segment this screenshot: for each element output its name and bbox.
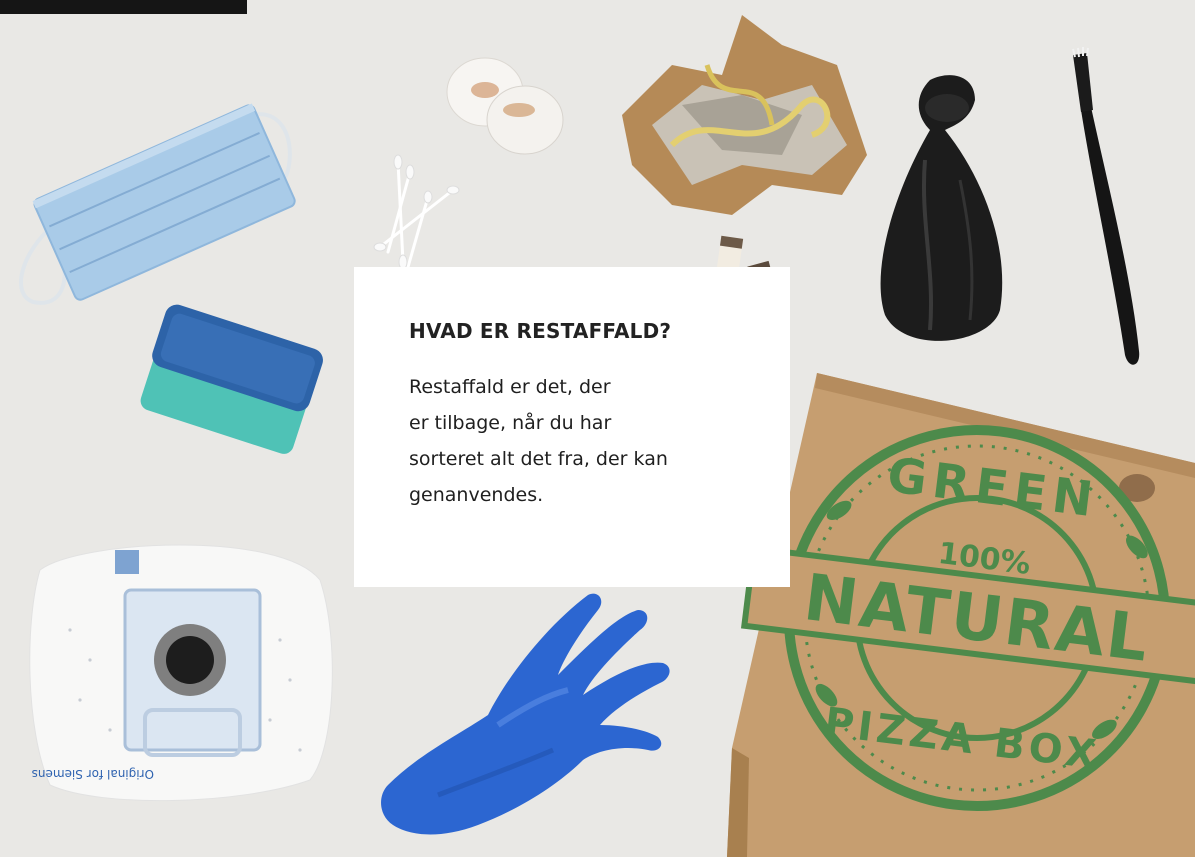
card-body-line: Restaffald er det, der <box>409 376 611 398</box>
top-dark-bar <box>0 0 247 14</box>
face-mask-icon <box>19 103 296 305</box>
cotton-swabs-icon <box>373 154 460 270</box>
cotton-pads-icon <box>446 57 564 155</box>
vacuum-bag-print: Original for Siemens <box>32 767 154 781</box>
toothbrush-icon <box>1072 47 1140 365</box>
pizza-box-icon: GREEN 100% NATURAL PIZZA BOX <box>727 373 1195 857</box>
foil-wrapping-icon <box>622 15 867 215</box>
card-body-line: er tilbage, når du har <box>409 412 612 434</box>
trash-bag-icon <box>880 75 1003 341</box>
info-card: HVAD ER RESTAFFALD? Restaffald er det, d… <box>354 267 790 587</box>
card-body-line: sorteret alt det fra, der kan <box>409 448 668 470</box>
card-body-line: genanvendes. <box>409 484 544 506</box>
sponge-icon <box>140 304 323 454</box>
card-body: Restaffald er det, der er tilbage, når d… <box>409 369 750 513</box>
card-title: HVAD ER RESTAFFALD? <box>409 319 672 343</box>
vacuum-bag-icon: Original for Siemens <box>29 544 333 802</box>
rubber-glove-icon <box>381 593 670 835</box>
